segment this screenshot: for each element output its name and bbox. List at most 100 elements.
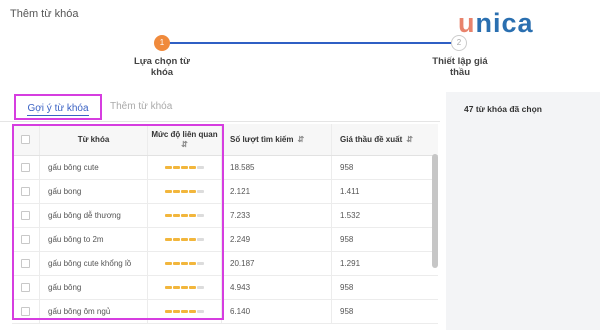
header-relevance-label: Mức độ liên quan	[151, 129, 218, 139]
stepper-line	[168, 42, 452, 44]
relevance-meter	[165, 166, 204, 169]
header-relevance[interactable]: Mức độ liên quan ⇵	[148, 124, 222, 155]
searches-value: 7.233	[230, 211, 251, 220]
relevance-bar-segment	[165, 286, 172, 289]
relevance-meter	[165, 214, 204, 217]
searches-value: 2.249	[230, 235, 251, 244]
relevance-bar-segment	[189, 190, 196, 193]
relevance-bar-segment	[181, 190, 188, 193]
searches-value: 20.187	[230, 259, 255, 268]
keyword-text: gấu bông dễ thương	[48, 211, 121, 220]
bid-cell: 1.411	[332, 180, 438, 203]
relevance-cell	[148, 300, 222, 323]
bid-value: 958	[340, 283, 354, 292]
relevance-bar-segment	[173, 166, 180, 169]
searches-value: 2.121	[230, 187, 251, 196]
relevance-bar-segment	[181, 286, 188, 289]
relevance-bar-segment	[165, 310, 172, 313]
select-all-checkbox[interactable]	[21, 135, 30, 144]
searches-value: 18.585	[230, 163, 255, 172]
row-checkbox[interactable]	[21, 163, 30, 172]
relevance-cell	[148, 156, 222, 179]
searches-cell: 20.187	[222, 252, 332, 275]
relevance-bar-segment	[173, 214, 180, 217]
table-row[interactable]: gấu bông 4.943 958	[12, 276, 438, 300]
tab-add-keywords[interactable]: Thêm từ khóa	[110, 94, 172, 120]
relevance-meter	[165, 262, 204, 265]
relevance-bar-segment	[165, 238, 172, 241]
relevance-bar-segment	[181, 262, 188, 265]
table-header-row: Từ khóa Mức độ liên quan ⇵ Số lượt tìm k…	[12, 124, 438, 156]
searches-cell: 2.249	[222, 228, 332, 251]
row-checkbox[interactable]	[21, 211, 30, 220]
row-checkbox[interactable]	[21, 307, 30, 316]
bid-cell: 958	[332, 228, 438, 251]
header-bid-label: Giá thầu đề xuất	[340, 135, 403, 144]
header-bid[interactable]: Giá thầu đề xuất ⇵	[332, 124, 438, 155]
relevance-bar-segment	[173, 310, 180, 313]
relevance-meter	[165, 190, 204, 193]
searches-cell: 6.140	[222, 300, 332, 323]
relevance-bar-segment	[197, 286, 204, 289]
keyword-text: gấu bông ôm ngủ	[48, 307, 111, 316]
searches-cell: 18.585	[222, 156, 332, 179]
step-1-label: Lựa chọn từ khóa	[134, 56, 190, 78]
relevance-bar-segment	[165, 262, 172, 265]
keyword-text: gấu bông cute	[48, 163, 99, 172]
keyword-text: gấu bong	[48, 187, 82, 196]
header-check-cell	[12, 124, 40, 155]
header-keyword: Từ khóa	[40, 124, 148, 155]
tab-keyword-suggestions[interactable]: Gợi ý từ khóa	[14, 94, 102, 120]
relevance-meter	[165, 286, 204, 289]
relevance-bar-segment	[181, 214, 188, 217]
searches-cell: 4.943	[222, 276, 332, 299]
step-2-indicator: 2	[451, 35, 467, 51]
relevance-bar-segment	[173, 190, 180, 193]
relevance-bar-segment	[173, 286, 180, 289]
relevance-bar-segment	[173, 238, 180, 241]
relevance-bar-segment	[181, 238, 188, 241]
table-row[interactable]: gấu bông cute khổng lồ 20.187 1.291	[12, 252, 438, 276]
searches-value: 6.140	[230, 307, 251, 316]
row-check-cell	[12, 252, 40, 275]
relevance-bar-segment	[197, 262, 204, 265]
table-scrollbar[interactable]	[432, 154, 438, 268]
relevance-bar-segment	[189, 214, 196, 217]
stepper: 1 2 Lựa chọn từ khóa Thiết lập giá thầu	[0, 32, 600, 82]
row-check-cell	[12, 180, 40, 203]
relevance-bar-segment	[165, 190, 172, 193]
row-checkbox[interactable]	[21, 259, 30, 268]
row-checkbox[interactable]	[21, 283, 30, 292]
keyword-cell: gấu bông dễ thương	[40, 204, 148, 227]
row-checkbox[interactable]	[21, 187, 30, 196]
table-row[interactable]: gấu bong 2.121 1.411	[12, 180, 438, 204]
sort-icon[interactable]: ⇵	[406, 135, 413, 144]
bid-cell: 1.532	[332, 204, 438, 227]
relevance-bar-segment	[197, 310, 204, 313]
relevance-bar-segment	[189, 286, 196, 289]
bid-value: 1.532	[340, 211, 361, 220]
table-row[interactable]: gấu bông cute 18.585 958	[12, 156, 438, 180]
relevance-cell	[148, 180, 222, 203]
header-searches[interactable]: Số lượt tìm kiếm ⇵	[222, 124, 332, 155]
relevance-bar-segment	[165, 166, 172, 169]
selected-keywords-panel: 47 từ khóa đã chọn	[446, 92, 600, 330]
row-check-cell	[12, 276, 40, 299]
table-row[interactable]: gấu bông ôm ngủ 6.140 958	[12, 300, 438, 324]
relevance-bar-segment	[189, 238, 196, 241]
table-row[interactable]: gấu bông dễ thương 7.233 1.532	[12, 204, 438, 228]
keyword-text: gấu bông cute khổng lồ	[48, 259, 132, 268]
bid-value: 1.411	[340, 187, 360, 196]
row-check-cell	[12, 228, 40, 251]
tab-keyword-suggestions-label: Gợi ý từ khóa	[27, 103, 89, 116]
bid-value: 958	[340, 307, 354, 316]
relevance-bar-segment	[197, 238, 204, 241]
sort-icon[interactable]: ⇵	[298, 135, 305, 144]
relevance-bar-segment	[189, 310, 196, 313]
row-checkbox[interactable]	[21, 235, 30, 244]
relevance-bar-segment	[197, 190, 204, 193]
sort-icon[interactable]: ⇵	[181, 140, 188, 149]
header-searches-label: Số lượt tìm kiếm	[230, 135, 294, 144]
relevance-cell	[148, 252, 222, 275]
table-row[interactable]: gấu bông to 2m 2.249 958	[12, 228, 438, 252]
